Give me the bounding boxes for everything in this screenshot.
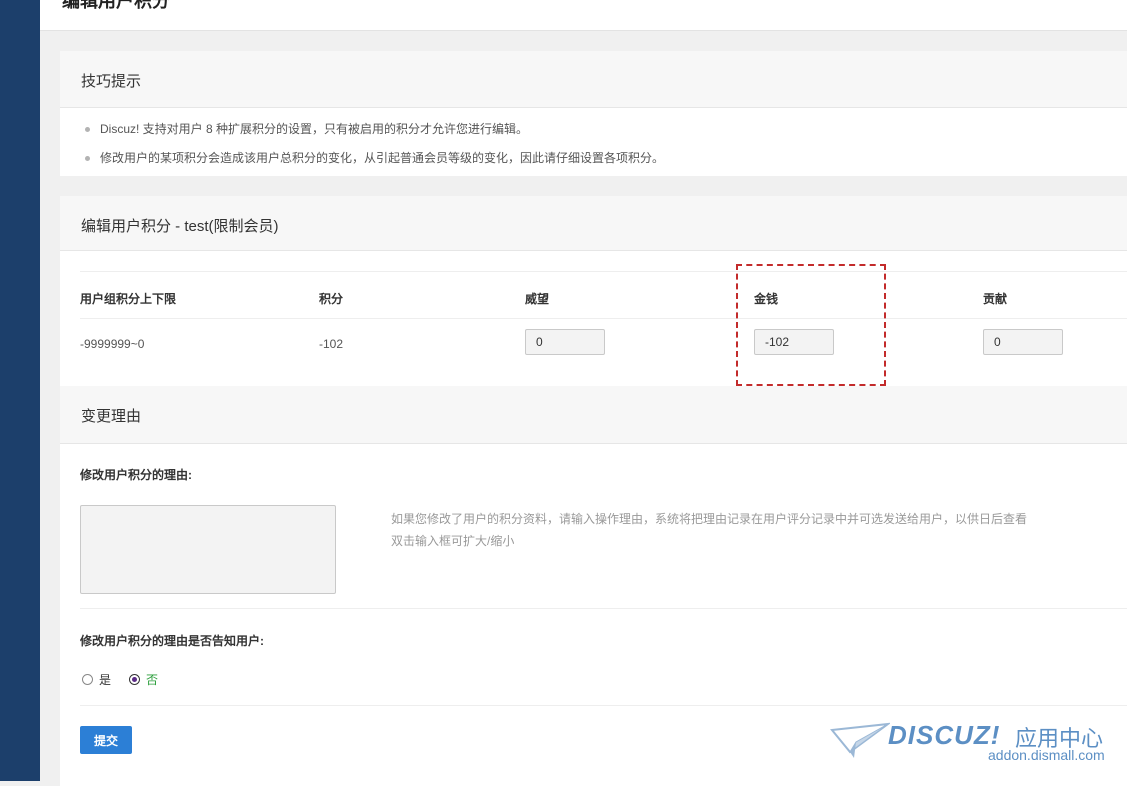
money-highlight-box bbox=[736, 264, 886, 386]
reason-header: 变更理由 bbox=[60, 386, 1127, 444]
column-header-contribution: 贡献 bbox=[983, 292, 1008, 306]
main-content: 技巧提示 Discuz! 支持对用户 8 种扩展积分的设置，只有被启用的积分才允… bbox=[40, 31, 1127, 786]
page-title: 编辑用户积分 bbox=[62, 0, 170, 11]
edit-header: 编辑用户积分 - test(限制会员) bbox=[60, 196, 1127, 251]
notify-yes-label[interactable]: 是 bbox=[99, 671, 111, 688]
watermark-url: addon.dismall.com bbox=[988, 747, 1105, 763]
table-header: 用户组积分上下限 积分 威望 金钱 贡献 bbox=[80, 272, 1127, 319]
column-header-range: 用户组积分上下限 bbox=[80, 292, 177, 306]
submit-button[interactable]: 提交 bbox=[80, 726, 132, 754]
discuz-watermark: DISCUZ! 应用中心 addon.dismall.com bbox=[830, 718, 1120, 768]
watermark-brand: DISCUZ! bbox=[888, 720, 1001, 750]
reason-title: 变更理由 bbox=[81, 408, 142, 425]
notify-yes-radio[interactable] bbox=[82, 674, 93, 685]
header-bar: 编辑用户积分 bbox=[40, 0, 1127, 31]
table-row: -9999999~0 -102 bbox=[80, 319, 1127, 369]
column-header-prestige: 威望 bbox=[525, 292, 550, 306]
reason-section: 变更理由 修改用户积分的理由: 如果您修改了用户的积分资料，请输入操作理由，系统… bbox=[60, 386, 1127, 754]
tips-title: 技巧提示 bbox=[81, 73, 142, 90]
tip-item: 修改用户的某项积分会造成该用户总积分的变化，从引起普通会员等级的变化，因此请仔细… bbox=[82, 150, 664, 179]
edit-credits-panel: 编辑用户积分 - test(限制会员) 用户组积分上下限 积分 威望 金钱 贡献… bbox=[60, 196, 1127, 786]
notify-label: 修改用户积分的理由是否告知用户: bbox=[80, 634, 264, 648]
credits-value: -102 bbox=[319, 337, 344, 351]
notify-no-label[interactable]: 否 bbox=[146, 671, 158, 688]
divider bbox=[80, 705, 1127, 706]
edit-title: 编辑用户积分 - test(限制会员) bbox=[81, 218, 279, 235]
credit-range-value: -9999999~0 bbox=[80, 337, 145, 351]
left-sidebar bbox=[0, 0, 40, 781]
column-header-credits: 积分 bbox=[319, 292, 344, 306]
reason-textarea[interactable] bbox=[80, 505, 336, 594]
prestige-input[interactable] bbox=[525, 329, 605, 355]
reason-hint: 如果您修改了用户的积分资料，请输入操作理由，系统将把理由记录在用户评分记录中并可… bbox=[391, 512, 1028, 526]
reason-hint-expand: 双击输入框可扩大/缩小 bbox=[391, 534, 515, 548]
reason-label: 修改用户积分的理由: bbox=[80, 468, 192, 482]
contribution-input[interactable] bbox=[983, 329, 1063, 355]
divider bbox=[80, 608, 1127, 609]
notify-radio-group: 是 否 bbox=[82, 671, 176, 688]
tips-header: 技巧提示 bbox=[60, 51, 1127, 108]
tip-item: Discuz! 支持对用户 8 种扩展积分的设置，只有被启用的积分才允许您进行编… bbox=[82, 121, 664, 150]
tips-panel: 技巧提示 Discuz! 支持对用户 8 种扩展积分的设置，只有被启用的积分才允… bbox=[60, 51, 1127, 176]
tips-list: Discuz! 支持对用户 8 种扩展积分的设置，只有被启用的积分才允许您进行编… bbox=[82, 121, 664, 179]
notify-no-radio[interactable] bbox=[129, 674, 141, 685]
paper-plane-icon bbox=[830, 722, 890, 758]
credits-table: 用户组积分上下限 积分 威望 金钱 贡献 -9999999~0 -102 bbox=[80, 271, 1127, 369]
